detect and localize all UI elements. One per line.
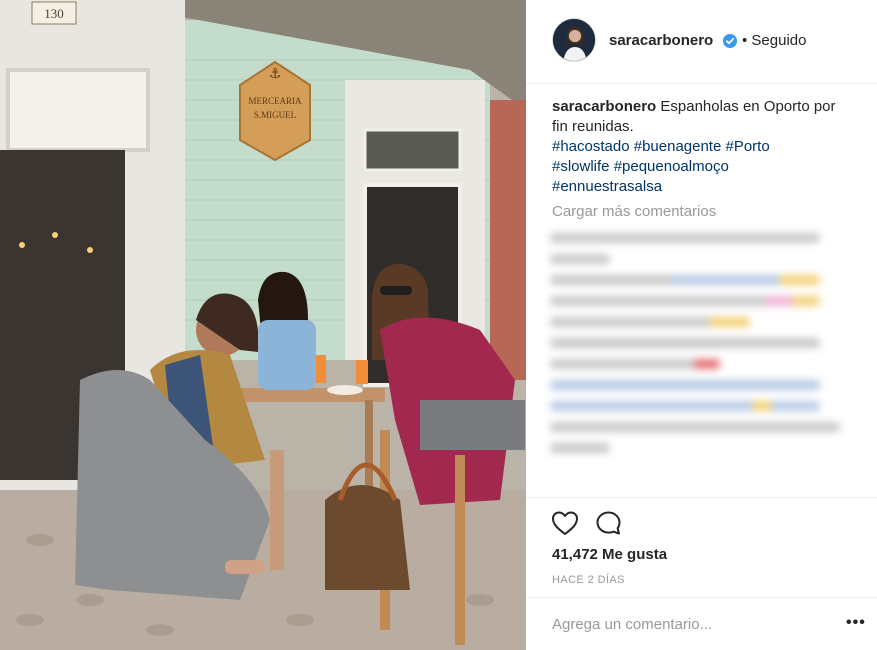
add-comment-bar: •••	[526, 597, 877, 650]
hashtag-line-3[interactable]: #ennuestrasalsa	[552, 177, 852, 197]
hashtag-line-1[interactable]: #hacostado #buenagente #Porto	[552, 137, 852, 157]
post-caption: saracarbonero Espanholas en Oporto por f…	[552, 97, 852, 197]
caption-username[interactable]: saracarbonero	[552, 98, 656, 115]
likes-count[interactable]: 41,472 Me gusta	[552, 546, 667, 563]
post-photo[interactable]: 130 ⚓ MERCEARIA S.MIGUEL	[0, 0, 526, 650]
post-actions: 41,472 Me gusta HACE 2 DÍAS	[526, 497, 877, 597]
photo-illustration: 130 ⚓ MERCEARIA S.MIGUEL	[0, 0, 526, 650]
avatar-image	[553, 19, 595, 61]
follow-status-button[interactable]: • Seguido	[742, 32, 806, 49]
sign-text-1: MERCEARIA	[248, 96, 302, 106]
house-number: 130	[44, 6, 64, 21]
avatar[interactable]	[552, 18, 596, 62]
heart-icon[interactable]	[551, 510, 579, 536]
comment-icon[interactable]	[595, 510, 622, 536]
hashtag-line-2[interactable]: #slowlife #pequenoalmoço	[552, 157, 852, 177]
verified-icon	[723, 34, 737, 48]
more-options-icon[interactable]: •••	[846, 614, 866, 632]
comment-input[interactable]	[552, 612, 832, 636]
blurred-comments-list	[540, 222, 856, 492]
load-more-comments-link[interactable]: Cargar más comentarios	[552, 203, 716, 220]
post-side-panel: saracarbonero • Seguido saracarbonero Es…	[526, 0, 877, 650]
sign-text-2: S.MIGUEL	[254, 110, 296, 120]
post-header: saracarbonero • Seguido	[526, 0, 877, 84]
post-username[interactable]: saracarbonero	[609, 32, 713, 49]
svg-text:⚓: ⚓	[269, 65, 282, 81]
post-timestamp[interactable]: HACE 2 DÍAS	[552, 574, 625, 586]
